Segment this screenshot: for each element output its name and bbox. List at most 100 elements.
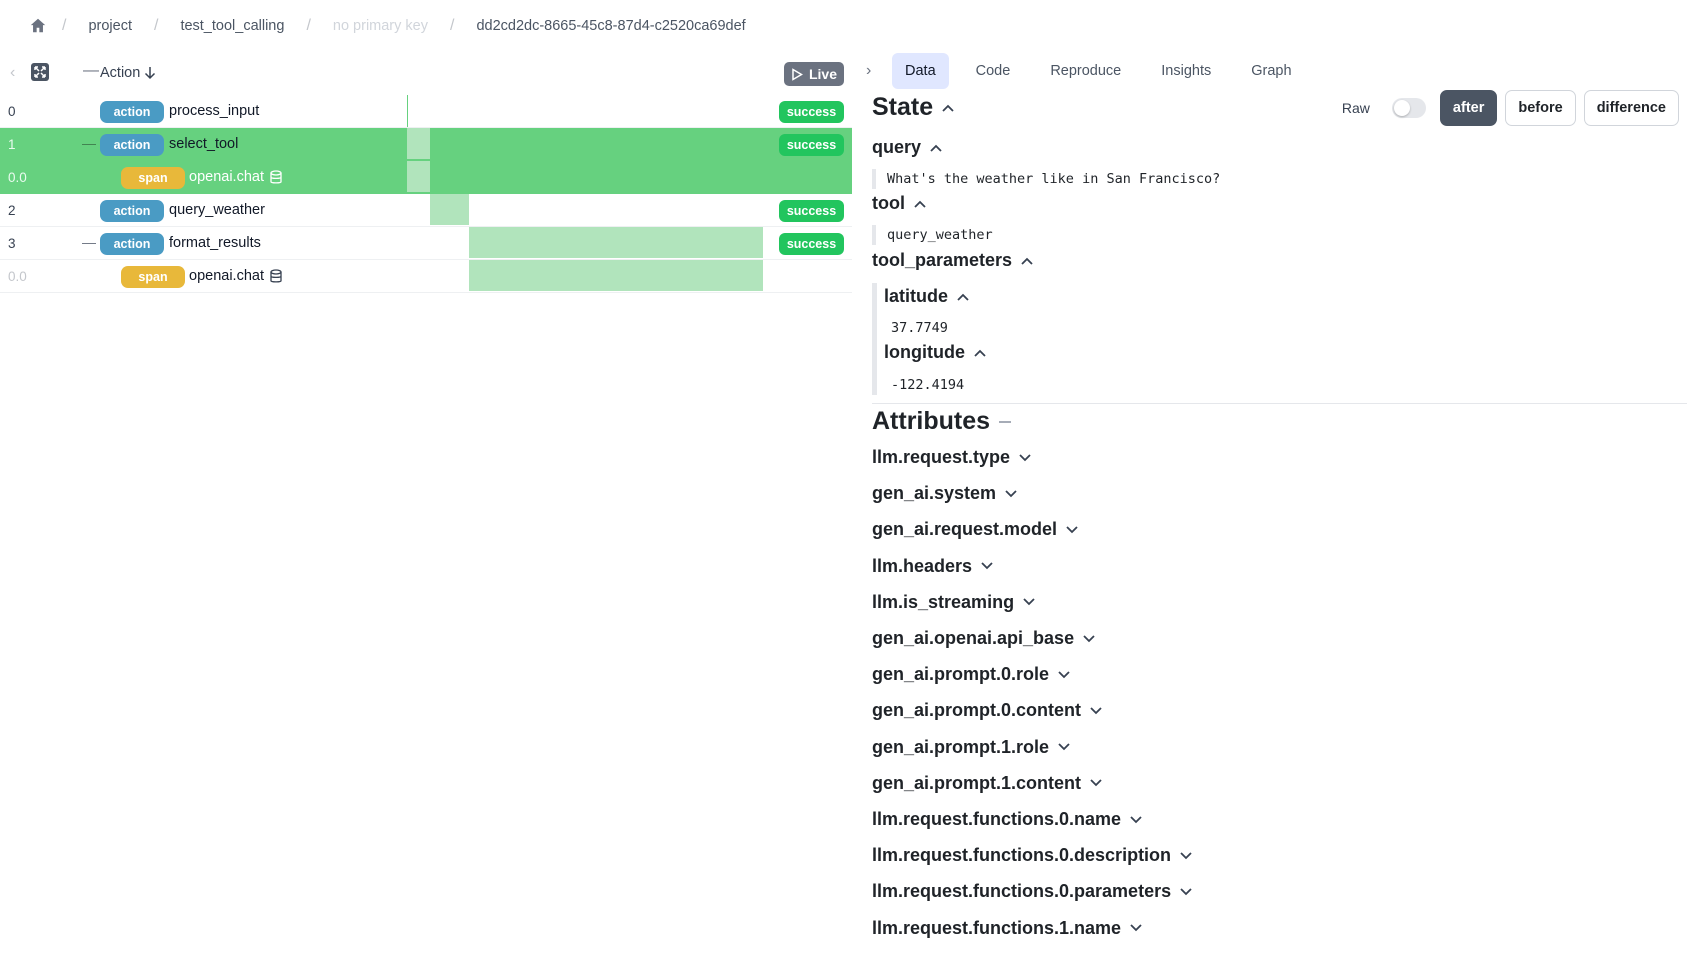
table-row[interactable]: 1 — action select_tool success: [0, 128, 852, 161]
table-row[interactable]: 0.0 span openai.chat: [0, 260, 852, 293]
status-badge: success: [779, 101, 844, 123]
state-field-tool[interactable]: tool: [872, 193, 927, 214]
row-name: openai.chat: [189, 169, 283, 185]
row-index: 0.0: [8, 170, 27, 185]
attribute-item[interactable]: llm.request.functions.0.parameters: [872, 881, 1193, 902]
raw-toggle[interactable]: [1391, 98, 1426, 118]
attribute-item[interactable]: llm.request.functions.0.description: [872, 845, 1193, 866]
breadcrumb-app-id[interactable]: dd2cd2dc-8665-45c8-87d4-c2520ca69def: [476, 18, 745, 34]
attribute-item[interactable]: gen_ai.request.model: [872, 519, 1079, 540]
state-section-header[interactable]: State: [872, 93, 955, 122]
chevron-left-icon[interactable]: ‹: [10, 64, 15, 82]
collapse-row-button[interactable]: —: [82, 234, 96, 250]
row-index: 2: [8, 203, 16, 218]
chevron-down-icon: [1130, 815, 1142, 823]
breadcrumb-project[interactable]: project: [88, 18, 132, 34]
difference-button[interactable]: difference: [1583, 90, 1679, 126]
state-field-tool-parameters[interactable]: tool_parameters: [872, 250, 1034, 271]
chevron-down-icon: [1066, 526, 1078, 534]
attribute-item[interactable]: llm.headers: [872, 556, 994, 577]
table-row[interactable]: 2 action query_weather success: [0, 194, 852, 227]
timeline-bar: [407, 161, 430, 192]
attribute-item[interactable]: gen_ai.prompt.0.role: [872, 664, 1071, 685]
field-label: tool: [872, 193, 905, 213]
chevron-down-icon: [981, 562, 993, 570]
chevron-up-icon: [930, 144, 942, 152]
chevron-right-icon[interactable]: ›: [866, 62, 892, 80]
minus-icon: [999, 420, 1012, 423]
span-badge: span: [121, 167, 185, 189]
chevron-down-icon: [1180, 888, 1192, 896]
state-field-query[interactable]: query: [872, 137, 943, 158]
live-label: Live: [808, 66, 837, 82]
detail-tabs: › Data Code Reproduce Insights Graph: [866, 52, 1319, 90]
collapse-row-button[interactable]: —: [82, 135, 96, 151]
chevron-down-icon: [1023, 598, 1035, 606]
attribute-label: llm.request.functions.0.name: [872, 809, 1122, 829]
action-column-header[interactable]: Action: [100, 65, 156, 81]
attribute-item[interactable]: gen_ai.prompt.1.role: [872, 737, 1071, 758]
nested-indent: [872, 283, 877, 395]
status-badge: success: [779, 134, 844, 156]
tab-insights[interactable]: Insights: [1148, 53, 1224, 89]
attribute-item[interactable]: gen_ai.system: [872, 483, 1018, 504]
chevron-up-icon: [1021, 257, 1033, 265]
live-button[interactable]: Live: [784, 62, 844, 86]
status-badge: success: [779, 200, 844, 222]
state-title: State: [872, 93, 934, 121]
breadcrumb-app[interactable]: test_tool_calling: [180, 18, 284, 34]
tab-data[interactable]: Data: [892, 53, 949, 89]
attribute-label: gen_ai.prompt.1.content: [872, 772, 1082, 793]
arrow-down-icon: [145, 67, 156, 80]
attribute-label: gen_ai.system: [872, 483, 997, 504]
tab-graph[interactable]: Graph: [1238, 53, 1304, 89]
attribute-label: llm.request.functions.0.parameters: [872, 881, 1172, 902]
attribute-label: gen_ai.request.model: [872, 519, 1058, 540]
attribute-item[interactable]: llm.request.functions.0.name: [872, 809, 1143, 830]
attribute-item[interactable]: llm.request.type: [872, 447, 1032, 468]
tab-code[interactable]: Code: [963, 53, 1024, 89]
action-column-label: Action: [100, 65, 141, 81]
table-row[interactable]: 3 — action format_results success: [0, 227, 852, 260]
row-name: process_input: [169, 103, 260, 119]
state-view-toggles: Raw after before difference: [1342, 90, 1679, 126]
attribute-item[interactable]: gen_ai.prompt.1.content: [872, 773, 1103, 794]
chevron-down-icon: [1058, 671, 1070, 678]
chevron-down-icon: [1090, 707, 1102, 715]
after-button[interactable]: after: [1439, 90, 1498, 126]
timeline-start: [407, 95, 408, 127]
attribute-label: llm.headers: [872, 555, 973, 576]
attribute-item[interactable]: gen_ai.prompt.0.content: [872, 700, 1103, 721]
chevron-down-icon: [1005, 490, 1017, 497]
status-badge: success: [779, 233, 844, 255]
section-divider: [872, 403, 1687, 404]
timeline-bar: [407, 128, 430, 159]
chevron-down-icon: [1058, 743, 1070, 751]
database-icon: [270, 268, 282, 283]
home-icon[interactable]: [28, 16, 48, 36]
row-name: format_results: [169, 235, 261, 251]
attribute-label: gen_ai.prompt.1.role: [872, 736, 1050, 757]
attributes-section-header[interactable]: Attributes: [872, 407, 1012, 436]
attribute-label: llm.request.functions.0.description: [872, 845, 1172, 866]
before-button[interactable]: before: [1505, 90, 1576, 126]
expand-icon[interactable]: [31, 63, 49, 81]
attribute-item[interactable]: llm.is_streaming: [872, 592, 1036, 613]
row-name: query_weather: [169, 202, 265, 218]
breadcrumb-separator: /: [449, 17, 455, 34]
action-badge: action: [100, 101, 164, 123]
table-row[interactable]: 0.0 span openai.chat: [0, 161, 852, 194]
attribute-item[interactable]: llm.request.functions.1.name: [872, 918, 1143, 939]
play-icon: [792, 67, 803, 81]
tab-reproduce[interactable]: Reproduce: [1037, 53, 1134, 89]
breadcrumb-partition-key: no primary key: [332, 18, 428, 34]
row-index: 0: [8, 104, 16, 119]
state-field-longitude[interactable]: longitude: [884, 342, 987, 363]
attribute-label: llm.request.type: [872, 447, 1011, 467]
state-field-latitude[interactable]: latitude: [884, 286, 970, 307]
collapse-all-button[interactable]: —: [83, 62, 99, 80]
table-row[interactable]: 0 action process_input success: [0, 95, 852, 128]
span-badge: span: [121, 266, 185, 288]
field-value: 37.7749: [891, 320, 948, 336]
attribute-item[interactable]: gen_ai.openai.api_base: [872, 628, 1096, 649]
